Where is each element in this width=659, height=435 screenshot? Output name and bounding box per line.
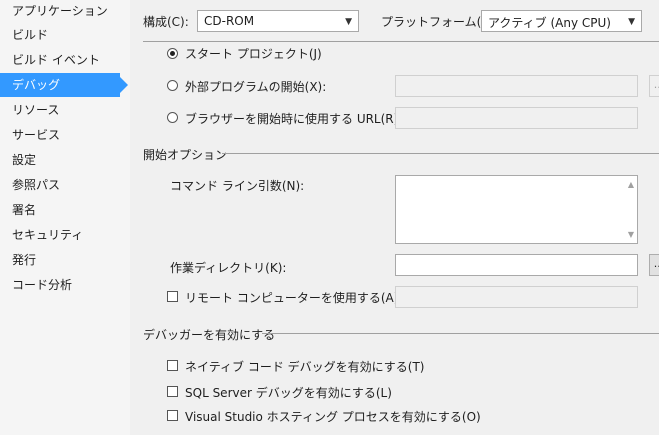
sidebar-item-label: リソース [12, 103, 60, 117]
platform-value: アクティブ (Any CPU) [488, 16, 611, 30]
external-program-browse-button[interactable]: ... [649, 75, 659, 97]
sidebar-item-signing[interactable]: 署名 [0, 198, 118, 222]
sidebar-item-services[interactable]: サービス [0, 123, 118, 147]
sidebar-item-label: 署名 [12, 203, 37, 217]
start-options-title: 開始オプション [143, 148, 228, 162]
remote-machine-input[interactable] [395, 286, 638, 308]
sidebar-item-label: 設定 [12, 153, 37, 167]
sidebar-item-label: ビルド [12, 28, 49, 42]
sidebar-item-label: アプリケーション [12, 4, 108, 18]
sidebar-item-build-events[interactable]: ビルド イベント [0, 48, 118, 72]
start-project-radio[interactable] [167, 48, 178, 59]
sidebar-item-label: ビルド イベント [12, 53, 100, 67]
sidebar-item-application[interactable]: アプリケーション [0, 0, 118, 23]
browser-url-input[interactable] [395, 107, 638, 129]
scroll-down-icon[interactable]: ▼ [628, 230, 634, 239]
external-program-label: 外部プログラムの開始(X): [185, 80, 327, 94]
platform-select[interactable]: アクティブ (Any CPU) ▼ [481, 10, 642, 32]
sidebar-item-debug[interactable]: デバッグ [0, 73, 128, 97]
sidebar: アプリケーション ビルド ビルド イベント デバッグ リソース サービス 設定 … [0, 0, 130, 435]
sidebar-item-publish[interactable]: 発行 [0, 248, 118, 272]
cmd-args-textarea[interactable]: ▲ ▼ [395, 175, 638, 244]
browser-url-label: ブラウザーを開始時に使用する URL(R): [185, 112, 403, 126]
chevron-down-icon: ▼ [628, 17, 635, 27]
sidebar-item-label: セキュリティ [12, 228, 84, 242]
sql-debug-checkbox[interactable] [167, 386, 178, 397]
native-debug-checkbox[interactable] [167, 360, 178, 371]
config-select[interactable]: CD-ROM ▼ [197, 10, 359, 32]
remote-checkbox[interactable] [167, 291, 178, 302]
sidebar-item-code-analysis[interactable]: コード分析 [0, 273, 118, 297]
external-program-radio[interactable] [167, 80, 178, 91]
sidebar-item-security[interactable]: セキュリティ [0, 223, 118, 247]
debuggers-divider [262, 333, 659, 334]
chevron-down-icon: ▼ [345, 17, 352, 27]
scroll-up-icon[interactable]: ▲ [628, 180, 634, 189]
external-program-input[interactable] [395, 75, 638, 97]
sidebar-item-build[interactable]: ビルド [0, 23, 118, 47]
config-value: CD-ROM [204, 14, 255, 28]
sidebar-item-label: 発行 [12, 253, 37, 267]
debuggers-title: デバッガーを有効にする [143, 328, 276, 342]
header-divider [143, 41, 659, 42]
work-dir-input[interactable] [395, 254, 638, 276]
work-dir-label: 作業ディレクトリ(K): [170, 261, 287, 275]
sql-debug-label: SQL Server デバッグを有効にする(L) [185, 386, 392, 400]
sidebar-item-settings[interactable]: 設定 [0, 148, 118, 172]
vs-hosting-label: Visual Studio ホスティング プロセスを有効にする(O) [185, 410, 481, 424]
sidebar-item-label: サービス [12, 128, 61, 142]
start-project-label: スタート プロジェクト(J) [185, 47, 322, 61]
vs-hosting-checkbox[interactable] [167, 410, 178, 421]
start-options-divider [222, 153, 659, 154]
native-debug-label: ネイティブ コード デバッグを有効にする(T) [185, 360, 425, 374]
browser-url-radio[interactable] [167, 112, 178, 123]
sidebar-item-label: デバッグ [12, 78, 61, 92]
sidebar-item-resources[interactable]: リソース [0, 98, 118, 122]
config-label: 構成(C): [143, 15, 189, 29]
cmd-args-label: コマンド ライン引数(N): [170, 179, 305, 193]
start-project-row: スタート プロジェクト(J) [143, 43, 659, 73]
sidebar-item-label: コード分析 [12, 278, 73, 292]
sidebar-item-label: 参照パス [12, 178, 61, 192]
remote-label: リモート コンピューターを使用する(A) [185, 291, 399, 305]
sidebar-item-reference-paths[interactable]: 参照パス [0, 173, 118, 197]
work-dir-browse-button[interactable]: ... [649, 254, 659, 276]
